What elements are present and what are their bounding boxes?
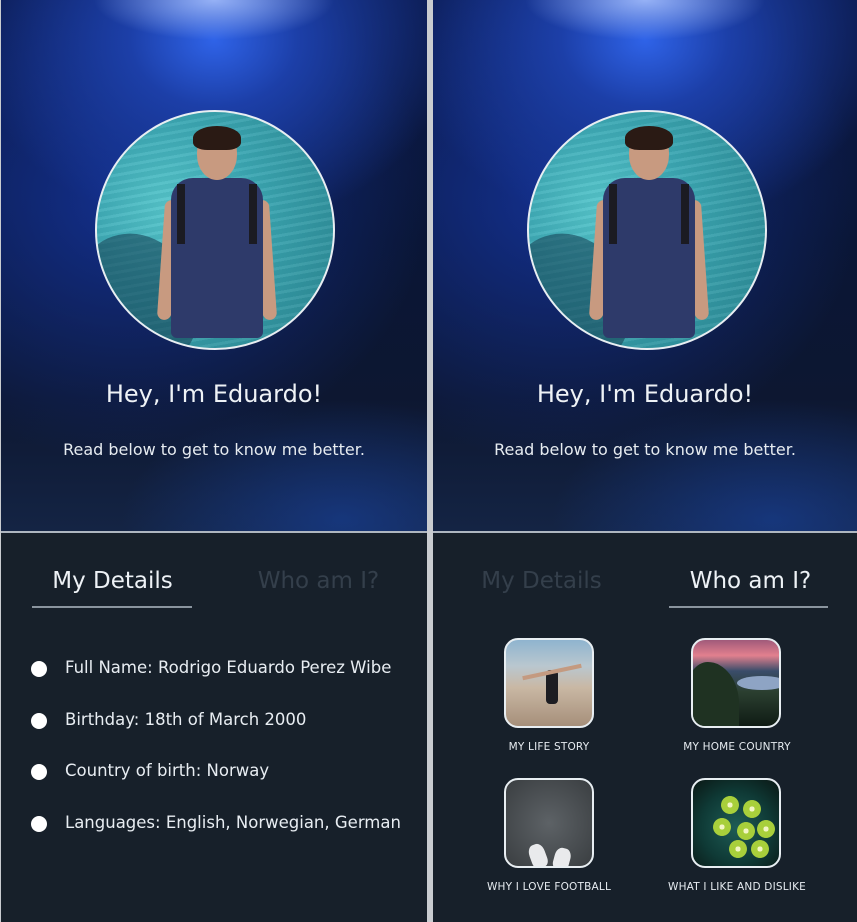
tab-my-details[interactable]: My Details <box>33 568 192 594</box>
profile-hero: Hey, I'm Eduardo! Read below to get to k… <box>1 0 427 533</box>
home-country-photo-icon <box>693 662 739 726</box>
football-tile[interactable] <box>504 778 594 868</box>
detail-full-name: Full Name: Rodrigo Eduardo Perez Wibe <box>65 658 392 677</box>
bullet-radio-icon[interactable] <box>31 816 47 832</box>
profile-screen-details: Hey, I'm Eduardo! Read below to get to k… <box>1 0 427 922</box>
bullet-radio-icon[interactable] <box>31 764 47 780</box>
profile-subtitle: Read below to get to know me better. <box>63 440 365 459</box>
profile-hero: Hey, I'm Eduardo! Read below to get to k… <box>433 0 857 533</box>
home-country-tile[interactable] <box>691 638 781 728</box>
profile-greeting: Hey, I'm Eduardo! <box>536 380 754 408</box>
likes-dislikes-photo-icon <box>721 796 739 814</box>
section-tabs: My Details Who am I? <box>1 568 427 612</box>
bullet-radio-icon[interactable] <box>31 713 47 729</box>
active-tab-underline <box>32 606 192 608</box>
football-photo-icon <box>526 841 550 866</box>
likes-dislikes-label[interactable]: WHAT I LIKE AND DISLIKE <box>647 881 827 893</box>
avatar-person <box>588 126 710 348</box>
life-story-label[interactable]: MY LIFE STORY <box>459 741 639 753</box>
likes-dislikes-tile[interactable] <box>691 778 781 868</box>
detail-country: Country of birth: Norway <box>65 761 270 780</box>
life-story-photo-icon <box>546 670 558 704</box>
bullet-radio-icon[interactable] <box>31 661 47 677</box>
profile-avatar <box>527 110 767 350</box>
profile-subtitle: Read below to get to know me better. <box>494 440 796 459</box>
detail-languages: Languages: English, Norwegian, German <box>65 813 401 832</box>
tab-who-am-i[interactable]: Who am I? <box>239 568 398 594</box>
profile-screen-who-am-i: Hey, I'm Eduardo! Read below to get to k… <box>433 0 857 922</box>
tab-who-am-i[interactable]: Who am I? <box>671 568 830 594</box>
profile-greeting: Hey, I'm Eduardo! <box>105 380 323 408</box>
avatar-person <box>156 126 278 348</box>
tab-my-details[interactable]: My Details <box>462 568 621 594</box>
football-label[interactable]: WHY I LOVE FOOTBALL <box>459 881 639 893</box>
section-tabs: My Details Who am I? <box>433 568 857 612</box>
active-tab-underline <box>669 606 828 608</box>
life-story-tile[interactable] <box>504 638 594 728</box>
home-country-label[interactable]: MY HOME COUNTRY <box>647 741 827 753</box>
profile-avatar <box>95 110 335 350</box>
detail-birthday: Birthday: 18th of March 2000 <box>65 710 307 729</box>
